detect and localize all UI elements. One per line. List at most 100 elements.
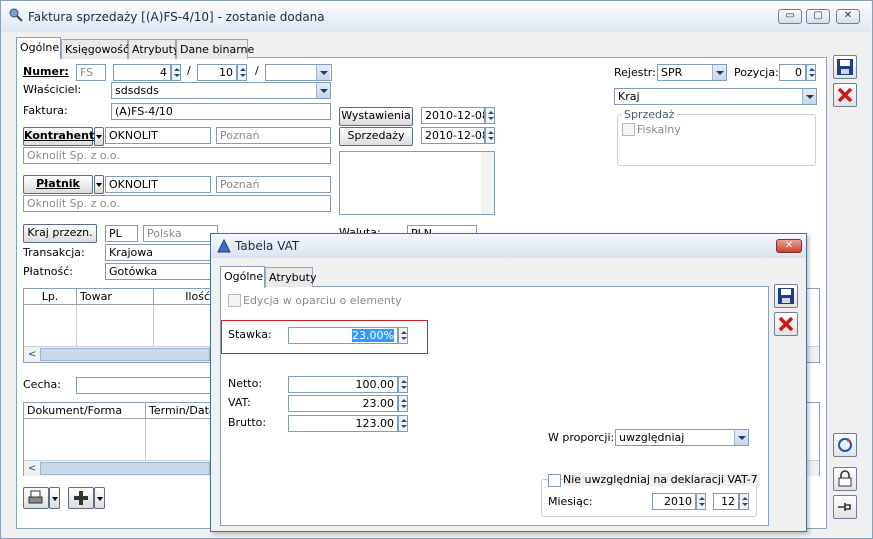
vat-field[interactable]: 23.00 [288,395,398,412]
scroll-thumb[interactable] [40,348,210,361]
numer-series-dropdown[interactable] [316,65,330,80]
close-icon [778,316,794,332]
notes-textarea[interactable] [339,151,495,215]
tab-ogolne[interactable]: Ogólne [16,37,61,59]
tab-dane-binarne[interactable]: Dane binarne [176,39,254,59]
wystawienia-button[interactable]: Wystawienia [339,107,413,126]
wystawienia-date-field[interactable]: 2010-12-08 [421,107,485,124]
column-header-ilosc[interactable]: Ilość [154,289,214,305]
proporcji-select[interactable]: uwzględniaj [615,429,749,446]
cecha-field[interactable] [76,377,216,394]
platnik-city-field[interactable]: Poznań [216,176,331,193]
dialog-title: Tabela VAT [235,239,300,253]
scroll-left-icon[interactable]: < [28,349,36,360]
proporcji-dropdown[interactable] [734,430,748,445]
pin-button[interactable] [833,495,857,519]
kontrahent-name-field[interactable]: Oknolit Sp. z o.o. [23,147,331,164]
kraj-code-field[interactable]: PL [105,225,138,242]
stawka-spinner[interactable] [398,327,408,344]
column-header-towar[interactable]: Towar [77,289,154,305]
platnik-button[interactable]: Płatnik [23,175,93,194]
faktura-field[interactable]: (A)FS-4/10 [111,103,331,120]
platnik-name-field[interactable]: Oknolit Sp. z o.o. [23,195,331,212]
grid-col-line [76,305,77,347]
miesiac-month-field[interactable]: 12 [713,493,739,510]
kraj-name-field[interactable]: Polska [143,225,218,242]
stawka-label: Stawka: [228,328,272,341]
numer-spinner[interactable] [171,64,181,81]
netto-field[interactable]: 100.00 [288,376,398,393]
numer-value-field[interactable]: 4 [113,64,171,81]
scroll-left-icon[interactable]: < [28,463,36,474]
sprzedazy-date-field[interactable]: 2010-12-08 [421,127,485,144]
kontrahent-button[interactable]: Kontrahent [23,127,94,146]
dialog-title-bar [211,234,806,258]
miesiac-label: Miesiąc: [548,495,593,508]
stawka-field[interactable]: 23.00% [288,327,398,344]
print-button[interactable] [23,487,49,509]
save-icon [837,59,853,75]
minimize-button[interactable]: ▭ [778,9,802,24]
save-button[interactable] [833,55,857,79]
numer-month-spinner[interactable] [237,64,247,81]
vat-spinner[interactable] [398,395,408,412]
numer-sep2: / [255,64,259,77]
wlasciciel-dropdown[interactable] [316,83,330,98]
print-menu-button[interactable] [49,487,60,509]
column-header-dokument[interactable]: Dokument/Forma [24,403,146,419]
kontrahent-city-field[interactable]: Poznań [216,127,331,144]
sprzedazy-button[interactable]: Sprzedaży [339,127,413,146]
kraj-dropdown[interactable] [802,89,816,104]
lock-button[interactable] [833,467,857,491]
dialog-close-button[interactable]: ✕ [776,239,802,253]
dialog-tab-atrybuty[interactable]: Atrybuty [265,267,316,287]
scroll-thumb[interactable] [40,462,210,475]
dialog-save-button[interactable] [774,284,798,308]
refresh-icon [838,438,852,452]
kraj-przezn-button[interactable]: Kraj przezn. [23,224,97,243]
rejestr-dropdown[interactable] [712,65,726,80]
brutto-field[interactable]: 123.00 [288,415,398,432]
grid-col-line [145,419,146,461]
transakcja-label: Transakcja: [23,246,85,259]
platnosc-select[interactable]: Gotówka [105,263,213,280]
transakcja-select[interactable]: Krajowa [105,244,213,261]
maximize-button[interactable]: ▢ [806,9,830,24]
refresh-button[interactable] [833,433,857,457]
close-button[interactable]: ✕ [836,9,860,24]
notes-scrollbar[interactable] [481,152,494,214]
platnik-menu-button[interactable] [94,175,104,194]
column-header-lp[interactable]: Lp. [24,289,77,305]
wlasciciel-select[interactable]: sdsdsds [111,82,331,99]
wystawienia-spinner[interactable] [485,107,495,124]
netto-spinner[interactable] [398,376,408,393]
pozycja-spinner[interactable] [806,64,816,81]
dialog-cancel-button[interactable] [774,312,798,336]
dialog-tab-ogolne[interactable]: Ogólne [220,266,265,288]
numer-month-field[interactable]: 10 [197,64,237,81]
sprzedazy-spinner[interactable] [485,127,495,144]
pin-icon [838,503,851,511]
add-menu-button[interactable] [94,487,105,509]
nie-uwzgledniaj-checkbox[interactable] [548,474,561,487]
add-button[interactable] [68,487,94,509]
miesiac-year-spinner[interactable] [696,493,706,510]
sprzedaz-group [617,114,816,166]
cancel-button[interactable] [833,83,857,107]
edycja-checkbox[interactable] [228,294,241,307]
column-header-termin[interactable]: Termin/Data [146,403,216,419]
fiskalny-checkbox[interactable] [622,123,635,136]
numer-prefix-field[interactable]: FS [76,64,106,81]
kraj-select[interactable]: Kraj [614,88,817,105]
tab-ksiegowosc[interactable]: Księgowość [61,39,129,59]
brutto-spinner[interactable] [398,415,408,432]
platnik-code-field[interactable]: OKNOLIT [105,176,211,193]
pozycja-field[interactable]: 0 [779,64,806,81]
stawka-value: 23.00% [352,329,394,342]
kontrahent-code-field[interactable]: OKNOLIT [105,127,211,144]
chevron-down-icon [96,135,102,139]
miesiac-month-spinner[interactable] [739,493,749,510]
kontrahent-menu-button[interactable] [94,127,104,146]
tab-atrybuty[interactable]: Atrybuty [128,39,179,59]
miesiac-year-field[interactable]: 2010 [652,493,696,510]
